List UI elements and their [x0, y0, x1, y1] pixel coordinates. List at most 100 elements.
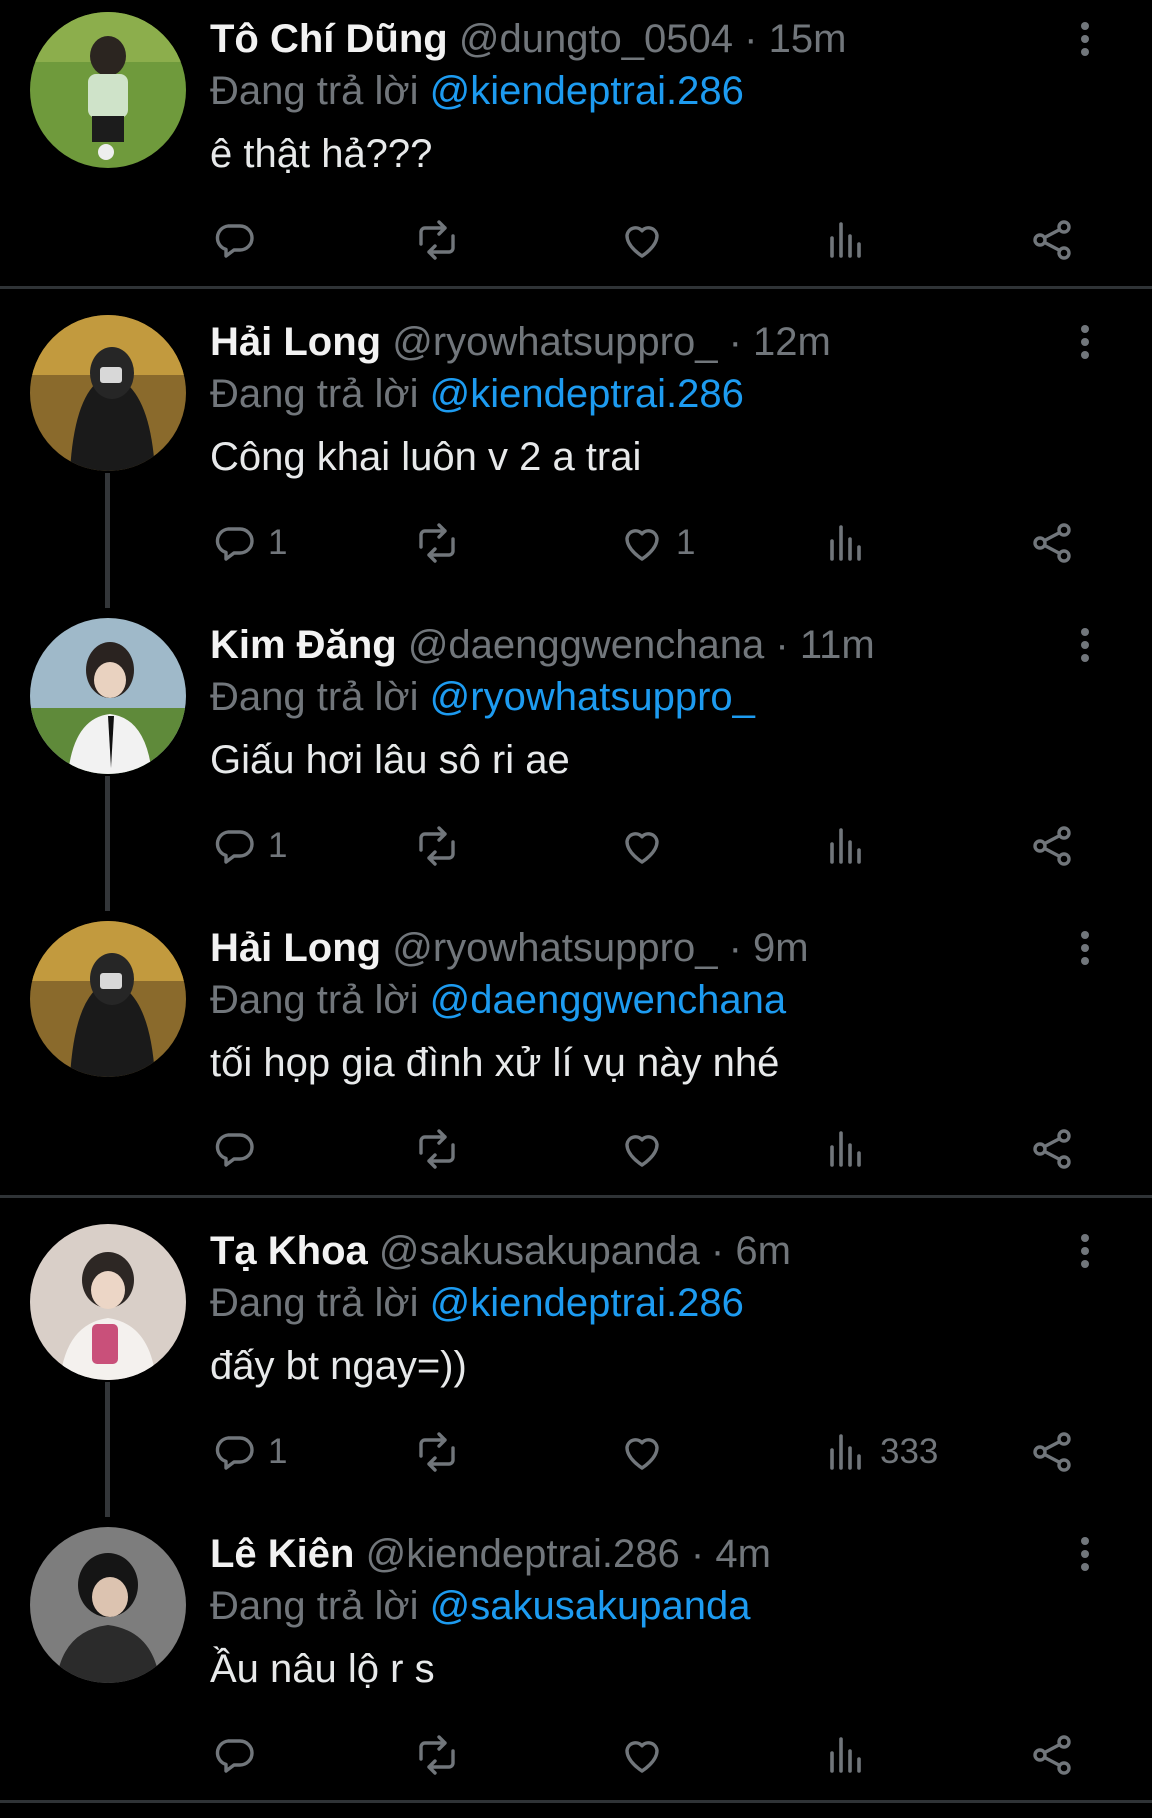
user-handle[interactable]: @ryowhatsuppro_ — [392, 926, 717, 970]
replying-to: Đang trả lời @sakusakupanda — [210, 1581, 751, 1631]
like-button[interactable] — [618, 1424, 676, 1480]
share-button[interactable] — [1028, 818, 1076, 874]
more-icon[interactable] — [1070, 620, 1100, 670]
views-icon — [830, 1131, 861, 1167]
action-bar: 1 333 — [210, 1424, 1100, 1480]
retweet-button[interactable] — [413, 515, 461, 571]
reply-mention-link[interactable]: @sakusakupanda — [430, 1584, 751, 1628]
reply-mention-link[interactable]: @daenggwenchana — [430, 978, 786, 1022]
avatar[interactable] — [30, 1224, 186, 1380]
tweet-kiendeptrai[interactable]: Lê Kiên @kiendeptrai.286 · 4m Đang trả l… — [0, 1515, 1152, 1818]
replying-to: Đang trả lời @kiendeptrai.286 — [210, 369, 744, 419]
reply-icon — [215, 527, 254, 561]
tweet-header: Hải Long @ryowhatsuppro_ · 9m — [210, 923, 1042, 973]
reply-button[interactable]: 1 — [210, 1424, 287, 1480]
reply-icon — [215, 224, 254, 258]
share-icon — [1033, 826, 1071, 866]
retweet-button[interactable] — [413, 1121, 461, 1177]
avatar[interactable] — [30, 12, 186, 168]
heart-icon — [625, 1135, 659, 1167]
timestamp[interactable]: 15m — [769, 17, 847, 61]
reply-button[interactable] — [210, 1727, 268, 1783]
reply-button[interactable]: 1 — [210, 818, 287, 874]
views-button[interactable] — [822, 1727, 880, 1783]
more-icon[interactable] — [1070, 14, 1100, 64]
share-button[interactable] — [1028, 1424, 1076, 1480]
views-count: 333 — [880, 1432, 939, 1471]
share-button[interactable] — [1028, 515, 1076, 571]
views-button[interactable] — [822, 1121, 880, 1177]
avatar-photo — [30, 315, 186, 471]
tweet-daenggwenchana[interactable]: Kim Đăng @daenggwenchana · 11m Đang trả … — [0, 606, 1152, 911]
replying-label: Đang trả lời — [210, 372, 419, 416]
user-handle[interactable]: @daenggwenchana — [408, 623, 764, 667]
reply-button[interactable] — [210, 1121, 268, 1177]
like-button[interactable] — [618, 1121, 676, 1177]
timestamp[interactable]: 9m — [753, 926, 809, 970]
reply-mention-link[interactable]: @ryowhatsuppro_ — [430, 675, 755, 719]
reply-mention-link[interactable]: @kiendeptrai.286 — [430, 69, 744, 113]
timestamp[interactable]: 6m — [735, 1229, 791, 1273]
user-handle[interactable]: @sakusakupanda — [379, 1229, 700, 1273]
user-handle[interactable]: @kiendeptrai.286 — [366, 1532, 680, 1576]
reply-mention-link[interactable]: @kiendeptrai.286 — [430, 372, 744, 416]
retweet-button[interactable] — [413, 1727, 461, 1783]
views-button[interactable] — [822, 212, 880, 268]
replying-label: Đang trả lời — [210, 69, 419, 113]
timestamp[interactable]: 11m — [800, 623, 875, 667]
more-icon[interactable] — [1070, 317, 1100, 367]
retweet-icon — [419, 220, 455, 260]
more-icon[interactable] — [1070, 1529, 1100, 1579]
more-icon[interactable] — [1070, 1226, 1100, 1276]
tweet-dungto[interactable]: Tô Chí Dũng @dungto_0504 · 15m Đang trả … — [0, 0, 1152, 303]
avatar[interactable] — [30, 618, 186, 774]
replying-to: Đang trả lời @ryowhatsuppro_ — [210, 672, 755, 722]
display-name[interactable]: Tô Chí Dũng — [210, 17, 448, 61]
share-button[interactable] — [1028, 212, 1076, 268]
user-handle[interactable]: @ryowhatsuppro_ — [392, 320, 717, 364]
timestamp[interactable]: 4m — [715, 1532, 771, 1576]
views-button[interactable] — [822, 818, 880, 874]
views-button[interactable] — [822, 515, 880, 571]
tweet-header: Tô Chí Dũng @dungto_0504 · 15m — [210, 14, 1042, 64]
action-bar — [210, 1121, 1100, 1177]
action-bar: 1 1 — [210, 515, 1100, 571]
retweet-button[interactable] — [413, 212, 461, 268]
reply-mention-link[interactable]: @kiendeptrai.286 — [430, 1281, 744, 1325]
replying-label: Đang trả lời — [210, 978, 419, 1022]
avatar[interactable] — [30, 921, 186, 1077]
like-button[interactable] — [618, 212, 676, 268]
thread-line — [105, 1382, 110, 1517]
timestamp[interactable]: 12m — [753, 320, 831, 364]
reply-icon — [215, 1739, 254, 1773]
like-button[interactable] — [618, 1727, 676, 1783]
reply-button[interactable] — [210, 212, 268, 268]
heart-icon — [625, 529, 659, 561]
views-button[interactable]: 333 — [822, 1424, 938, 1480]
retweet-icon — [419, 1735, 455, 1775]
heart-icon — [625, 1741, 659, 1773]
more-icon[interactable] — [1070, 923, 1100, 973]
display-name[interactable]: Hải Long — [210, 926, 381, 970]
retweet-button[interactable] — [413, 1424, 461, 1480]
heart-icon — [625, 832, 659, 864]
share-button[interactable] — [1028, 1121, 1076, 1177]
replying-to: Đang trả lời @kiendeptrai.286 — [210, 1278, 744, 1328]
avatar[interactable] — [30, 1527, 186, 1683]
tweet-ryowhatsuppro-2[interactable]: Hải Long @ryowhatsuppro_ · 9m Đang trả l… — [0, 909, 1152, 1212]
tweet-text: tối họp gia đình xử lí vụ này nhé — [210, 1041, 780, 1085]
display-name[interactable]: Lê Kiên — [210, 1532, 354, 1576]
share-button[interactable] — [1028, 1727, 1076, 1783]
display-name[interactable]: Kim Đăng — [210, 623, 397, 667]
like-button[interactable] — [618, 818, 676, 874]
like-button[interactable]: 1 — [618, 515, 695, 571]
views-icon — [830, 828, 861, 864]
tweet-sakusakupanda[interactable]: Tạ Khoa @sakusakupanda · 6m Đang trả lời… — [0, 1212, 1152, 1517]
tweet-ryowhatsuppro[interactable]: Hải Long @ryowhatsuppro_ · 12m Đang trả … — [0, 303, 1152, 608]
reply-button[interactable]: 1 — [210, 515, 287, 571]
retweet-button[interactable] — [413, 818, 461, 874]
avatar[interactable] — [30, 315, 186, 471]
user-handle[interactable]: @dungto_0504 — [459, 17, 733, 61]
display-name[interactable]: Hải Long — [210, 320, 381, 364]
display-name[interactable]: Tạ Khoa — [210, 1229, 368, 1273]
